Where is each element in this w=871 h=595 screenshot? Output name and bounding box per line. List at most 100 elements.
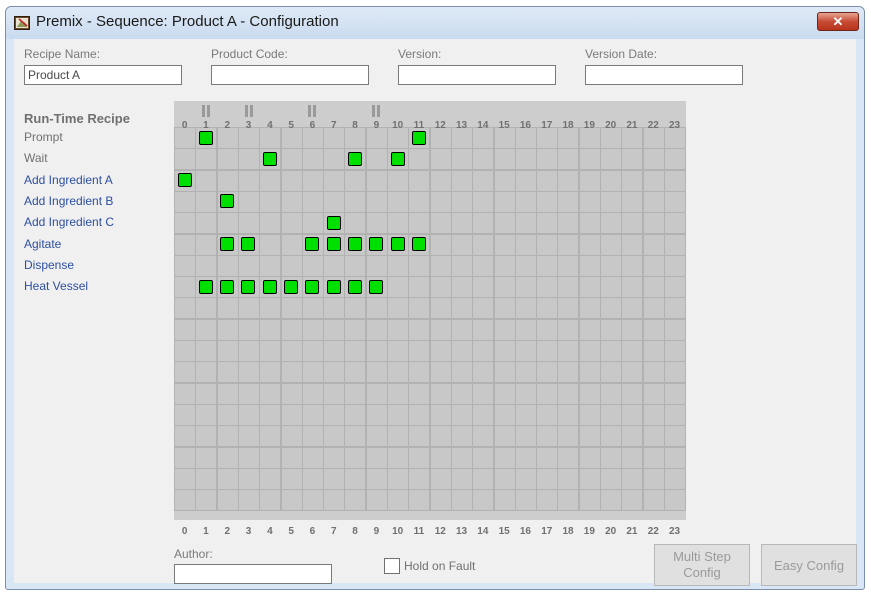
grid-cell[interactable] xyxy=(301,489,324,512)
grid-cell[interactable] xyxy=(450,297,473,320)
grid-cell[interactable] xyxy=(259,233,282,256)
grid-cell[interactable] xyxy=(216,148,239,171)
grid-cell[interactable] xyxy=(450,489,473,512)
grid-cell[interactable] xyxy=(259,361,282,384)
grid-cell[interactable] xyxy=(557,382,580,405)
grid-cell[interactable] xyxy=(557,425,580,448)
grid-cell[interactable] xyxy=(323,318,346,341)
grid-cell[interactable] xyxy=(174,425,196,448)
grid-cell[interactable] xyxy=(323,489,346,512)
grid-cell[interactable] xyxy=(280,297,303,320)
grid-cell[interactable] xyxy=(195,340,218,362)
product-code-field[interactable] xyxy=(211,65,369,85)
grid-cell[interactable] xyxy=(472,403,495,426)
grid-cell[interactable] xyxy=(237,467,260,490)
grid-cell[interactable] xyxy=(365,318,388,341)
grid-cell[interactable] xyxy=(344,467,367,490)
grid-cell[interactable] xyxy=(663,318,686,341)
grid-cell[interactable] xyxy=(557,148,580,171)
grid-cell[interactable] xyxy=(450,190,473,213)
grid-cell[interactable] xyxy=(663,382,686,405)
grid-cell[interactable] xyxy=(514,169,537,192)
grid-cell[interactable] xyxy=(387,446,409,469)
grid-cell[interactable] xyxy=(237,148,260,171)
grid-cell[interactable] xyxy=(323,169,346,192)
step-marker[interactable] xyxy=(326,279,341,294)
grid-cell[interactable] xyxy=(195,148,218,171)
grid-cell[interactable] xyxy=(536,297,559,320)
grid-cell[interactable] xyxy=(621,340,644,362)
grid-cell[interactable] xyxy=(621,148,644,171)
grid-cell[interactable] xyxy=(493,297,516,320)
grid-cell[interactable] xyxy=(536,276,559,299)
grid-cell[interactable] xyxy=(600,190,622,213)
grid-cell[interactable] xyxy=(429,489,452,512)
grid-cell[interactable] xyxy=(387,318,409,341)
grid-cell[interactable] xyxy=(514,361,537,384)
multi-step-config-button[interactable]: Multi Step Config xyxy=(654,544,750,586)
grid-cell[interactable] xyxy=(387,403,409,426)
grid-cell[interactable] xyxy=(621,233,644,256)
grid-cell[interactable] xyxy=(429,382,452,405)
grid-cell[interactable] xyxy=(323,340,346,362)
grid-cell[interactable] xyxy=(323,190,346,213)
grid-cell[interactable] xyxy=(280,148,303,171)
grid-cell[interactable] xyxy=(536,318,559,341)
grid-cell[interactable] xyxy=(216,169,239,192)
grid-cell[interactable] xyxy=(557,297,580,320)
grid-cell[interactable] xyxy=(557,318,580,341)
grid-cell[interactable] xyxy=(387,297,409,320)
step-marker[interactable] xyxy=(411,130,426,145)
grid-cell[interactable] xyxy=(408,361,431,384)
grid-cell[interactable] xyxy=(663,190,686,213)
step-marker[interactable] xyxy=(305,237,320,251)
grid-cell[interactable] xyxy=(323,446,346,469)
grid-cell[interactable] xyxy=(578,361,601,384)
grid-cell[interactable] xyxy=(216,318,239,341)
grid-cell[interactable] xyxy=(429,318,452,341)
grid-cell[interactable] xyxy=(408,340,431,362)
grid-cell[interactable] xyxy=(280,190,303,213)
grid-cell[interactable] xyxy=(578,446,601,469)
grid-cell[interactable] xyxy=(514,382,537,405)
grid-cell[interactable] xyxy=(514,190,537,213)
grid-cell[interactable] xyxy=(344,382,367,405)
grid-cell[interactable] xyxy=(514,148,537,171)
grid-cell[interactable] xyxy=(174,276,196,299)
grid-cell[interactable] xyxy=(557,190,580,213)
grid-cell[interactable] xyxy=(365,254,388,277)
grid-cell[interactable] xyxy=(174,233,196,256)
grid-cell[interactable] xyxy=(663,148,686,171)
grid-cell[interactable] xyxy=(557,361,580,384)
grid-cell[interactable] xyxy=(174,382,196,405)
grid-cell[interactable] xyxy=(600,382,622,405)
grid-cell[interactable] xyxy=(174,340,196,362)
grid-cell[interactable] xyxy=(280,403,303,426)
grid-cell[interactable] xyxy=(408,446,431,469)
grid-cell[interactable] xyxy=(237,190,260,213)
grid-cell[interactable] xyxy=(280,254,303,277)
step-marker[interactable] xyxy=(177,173,192,188)
grid-cell[interactable] xyxy=(259,446,282,469)
grid-cell[interactable] xyxy=(237,212,260,235)
grid-cell[interactable] xyxy=(493,403,516,426)
grid-cell[interactable] xyxy=(450,169,473,192)
grid-cell[interactable] xyxy=(472,169,495,192)
grid-cell[interactable] xyxy=(259,467,282,490)
grid-cell[interactable] xyxy=(216,489,239,512)
grid-cell[interactable] xyxy=(472,361,495,384)
grid-cell[interactable] xyxy=(344,425,367,448)
grid-cell[interactable] xyxy=(621,212,644,235)
grid-cell[interactable] xyxy=(429,361,452,384)
grid-cell[interactable] xyxy=(237,169,260,192)
grid-cell[interactable] xyxy=(408,382,431,405)
grid-cell[interactable] xyxy=(600,297,622,320)
grid-cell[interactable] xyxy=(514,489,537,512)
grid-cell[interactable] xyxy=(301,297,324,320)
grid-cell[interactable] xyxy=(536,382,559,405)
grid-cell[interactable] xyxy=(408,190,431,213)
grid-cell[interactable] xyxy=(450,233,473,256)
grid-cell[interactable] xyxy=(365,361,388,384)
grid-cell[interactable] xyxy=(578,212,601,235)
grid-cell[interactable] xyxy=(642,233,665,256)
